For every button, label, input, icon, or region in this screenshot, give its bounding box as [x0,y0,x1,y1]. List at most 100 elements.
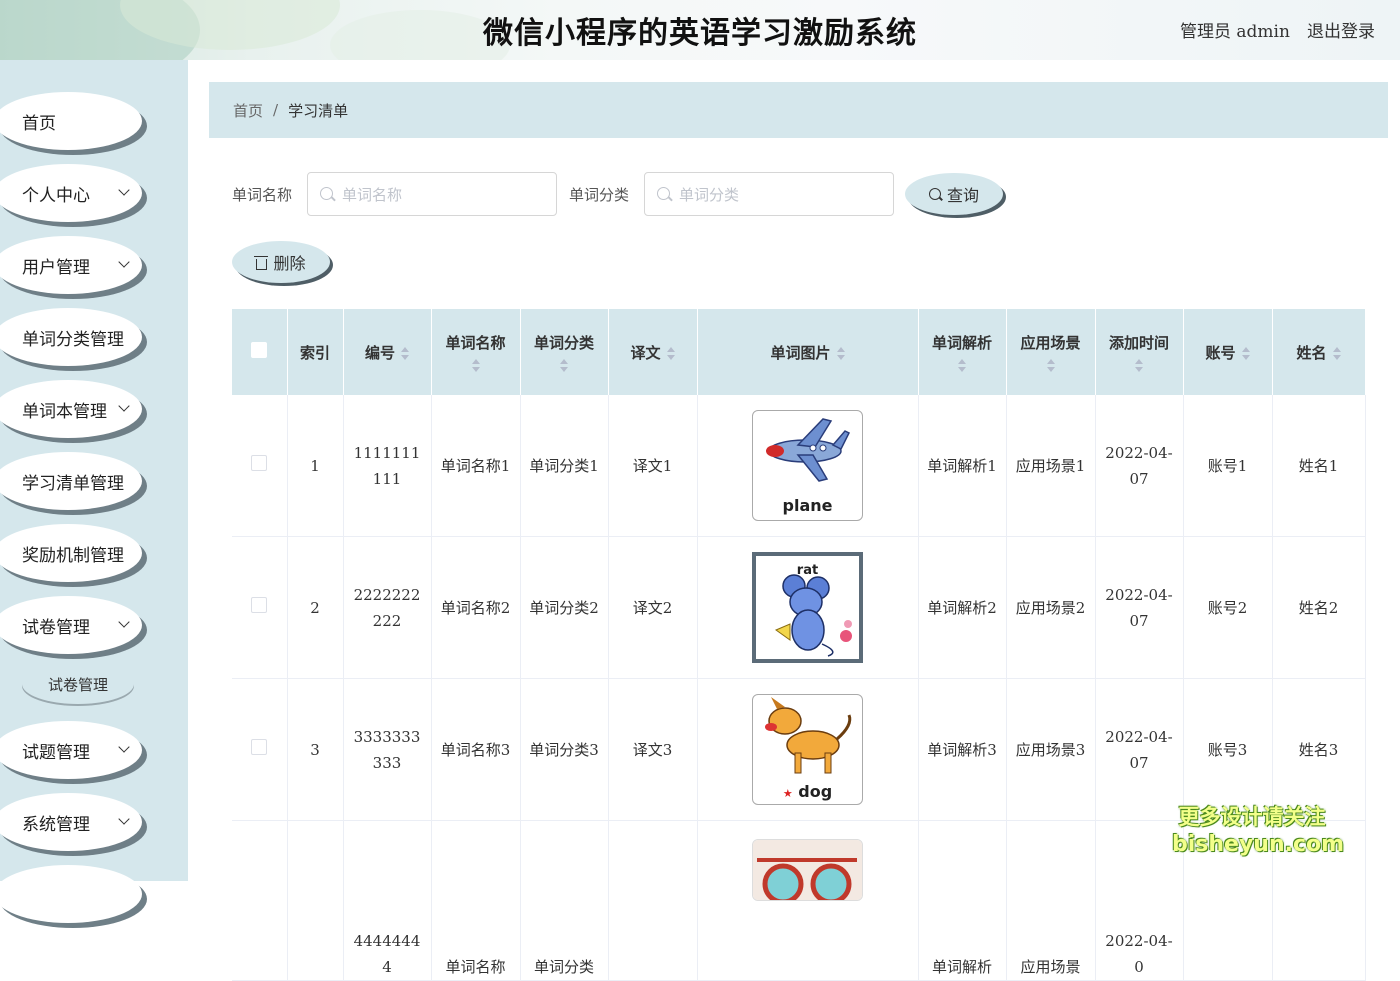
account-cell: 账号3 [1183,678,1273,821]
word-image-glasses[interactable] [752,839,863,901]
image-cell: plane [697,395,919,537]
column-header[interactable]: 姓名 [1272,309,1366,395]
sort-icon[interactable] [471,358,480,373]
chevron-down-icon [118,741,130,753]
chevron-down-icon [118,813,130,825]
image-cell: rat [697,536,919,679]
code-cell: 44444444 [343,820,432,981]
sidebar-item-label: 用户管理 [22,257,90,278]
sort-icon[interactable] [836,346,845,361]
column-header[interactable]: 添加时间 [1095,309,1184,395]
word-image-plane[interactable]: plane [752,410,863,521]
trash-icon [254,255,269,270]
table-header-row: 索引 编号 单词名称 单词分类 译文 单词图片 单词解析 应用场景 添加时间 账… [232,309,1366,395]
word-name-input[interactable] [340,173,544,217]
sidebar-item-word-category[interactable]: 单词分类管理 [0,308,142,366]
row-checkbox[interactable] [251,454,268,471]
breadcrumb-home[interactable]: 首页 [233,100,263,121]
code-cell: 1111111111 [343,395,432,537]
sort-icon[interactable] [1241,346,1250,361]
sidebar-item-label: 学习清单管理 [22,473,124,494]
chevron-down-icon [118,256,130,268]
analysis-cell: 单词解析1 [918,395,1007,537]
watermark-line2: bisheyun.com [1172,832,1345,857]
column-header-label: 账号 [1205,343,1236,362]
logout-link[interactable]: 退出登录 [1307,17,1375,42]
column-header[interactable]: 账号 [1183,309,1273,395]
sidebar-item-user-management[interactable]: 用户管理 [0,236,142,294]
sidebar-item-label: 奖励机制管理 [22,545,124,566]
rat-illustration [774,574,852,657]
delete-button[interactable]: 删除 [232,241,330,283]
row-checkbox[interactable] [251,738,268,755]
sidebar-item-label: 首页 [22,113,56,134]
sidebar-item-questions[interactable]: 试题管理 [0,721,142,779]
query-button[interactable]: 查询 [905,173,1003,215]
time-cell: 2022-04-07 [1095,536,1184,679]
chevron-down-icon [118,616,130,628]
sort-icon[interactable] [401,346,409,361]
breadcrumb-separator: / [273,101,279,119]
column-header[interactable]: 应用场景 [1006,309,1096,395]
word-image-rat[interactable]: rat [752,552,863,663]
sidebar-item-reward[interactable]: 奖励机制管理 [0,524,142,582]
column-header[interactable]: 单词解析 [918,309,1007,395]
admin-label: 管理员 admin [1180,22,1290,42]
column-header-label: 应用场景 [1020,333,1081,352]
scene-cell: 应用场景3 [1006,678,1096,821]
select-all-checkbox[interactable] [251,342,268,358]
word-name-label: 单词名称 [232,186,293,204]
image-caption-text: dog [798,782,833,801]
column-header-label: 单词图片 [770,343,831,362]
column-header: 索引 [287,309,344,395]
study-list-table: 索引 编号 单词名称 单词分类 译文 单词图片 单词解析 应用场景 添加时间 账… [232,309,1366,981]
top-header: 微信小程序的英语学习激励系统 管理员 admin 退出登录 [0,0,1400,60]
name-cell: 姓名2 [1272,536,1366,679]
star-icon: ★ [782,787,793,800]
sort-icon[interactable] [1135,358,1143,373]
sort-icon[interactable] [560,358,568,373]
sort-icon[interactable] [666,346,675,361]
time-cell: 2022-04-07 [1095,678,1184,821]
table-row: 2 2222222222 单词名称2 单词分类2 译文2 rat 单词解析2 应… [232,536,1366,679]
column-header[interactable]: 编号 [343,309,432,395]
chevron-down-icon [118,184,130,196]
analysis-cell: 单词解析2 [918,536,1007,679]
column-header[interactable]: 单词图片 [697,309,919,395]
sidebar-subitem-exam-paper[interactable]: 试卷管理 [22,664,134,704]
word-name-search [307,172,557,217]
row-checkbox[interactable] [251,596,268,613]
scene-cell: 应用场景1 [1006,395,1096,537]
column-header[interactable]: 译文 [608,309,698,395]
watermark-line1: 更多设计请关注 [1178,805,1326,829]
column-header[interactable]: 单词名称 [431,309,521,395]
translation-cell: 译文1 [608,395,698,537]
scene-cell: 应用场景2 [1006,536,1096,679]
analysis-cell: 单词解析 [918,820,1007,981]
sidebar-item-partial[interactable] [0,865,142,923]
sidebar-item-label: 个人中心 [22,185,90,206]
sidebar-item-personal-center[interactable]: 个人中心 [0,164,142,222]
column-header-label: 单词名称 [445,333,506,352]
sort-icon[interactable] [958,358,966,373]
word-category-input[interactable] [677,173,881,217]
column-header-label: 译文 [630,343,661,362]
sidebar-item-system[interactable]: 系统管理 [0,793,142,851]
sidebar-item-label: 单词本管理 [22,401,107,422]
column-header-label: 索引 [299,343,330,362]
sidebar-item-study-list[interactable]: 学习清单管理 [0,452,142,510]
column-header-label: 编号 [364,343,395,362]
sort-icon[interactable] [1332,346,1341,361]
sidebar-item-exam-paper[interactable]: 试卷管理 [0,596,142,654]
sort-icon[interactable] [1046,358,1055,373]
sidebar-item-label: 系统管理 [22,814,90,835]
column-header[interactable]: 单词分类 [520,309,609,395]
word-category-label: 单词分类 [569,186,630,204]
sidebar-item-wordbook[interactable]: 单词本管理 [0,380,142,438]
word-image-dog[interactable]: ★ dog [752,694,863,805]
index-cell [287,820,344,981]
watermark: 更多设计请关注 bisheyun.com [1172,803,1345,859]
sidebar-item-home[interactable]: 首页 [0,92,142,150]
sidebar-item-label: 试题管理 [22,742,90,763]
row-select-cell [232,820,288,981]
